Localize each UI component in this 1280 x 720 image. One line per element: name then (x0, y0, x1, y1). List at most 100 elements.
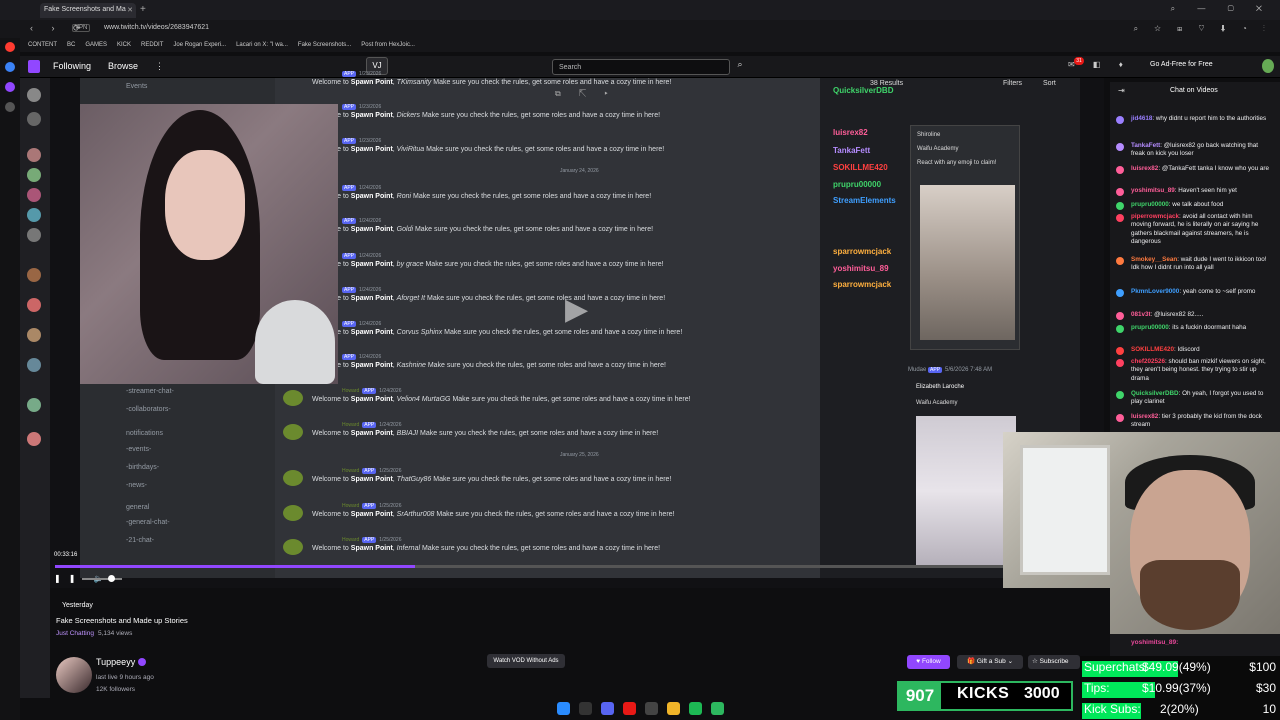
new-tab-icon[interactable]: + (140, 4, 146, 15)
followed-channel-avatar[interactable] (27, 268, 41, 282)
chat-username[interactable]: yoshimitsu_89 (1131, 187, 1175, 194)
message-date: 1/25/2026 (379, 537, 402, 543)
followed-channel-avatar[interactable] (27, 228, 41, 242)
followed-channel-avatar[interactable] (27, 298, 41, 312)
volume-slider[interactable] (82, 578, 122, 580)
windows-start-icon[interactable] (557, 702, 570, 715)
bot-avatar (283, 505, 303, 521)
welcome-message: Welcome to Spawn Point, Infernal Make su… (312, 545, 661, 552)
window-controls[interactable]: ⌕ — ▢ ✕ (1171, 4, 1272, 14)
following-link[interactable]: Following (53, 61, 91, 71)
welcome-message: Welcome to Spawn Point, Roni Make sure y… (312, 193, 651, 200)
message-suffix: Make sure you check the rules, get some … (424, 146, 665, 153)
watch-vod-button[interactable]: Watch VOD Without Ads (487, 654, 565, 668)
bookmark-item[interactable]: REDDIT (141, 42, 163, 48)
app-badge: APP (362, 468, 377, 474)
followed-channel-avatar[interactable] (27, 358, 41, 372)
sidebar-app-icon[interactable] (5, 62, 15, 72)
channel-avatar[interactable] (56, 657, 92, 693)
browser-tab[interactable]: Fake Screenshots and Ma ✕ (40, 3, 136, 18)
goal-label: Kick Subs: (1084, 702, 1141, 716)
more-menu-icon[interactable]: ⋮ (155, 61, 164, 72)
twitch-logo-icon[interactable] (28, 60, 40, 73)
bookmark-item[interactable]: Post from HexJoic... (361, 42, 415, 48)
chat-username[interactable]: piperrowmcjack (1131, 213, 1179, 220)
followed-channel-avatar[interactable] (27, 168, 41, 182)
chat-username[interactable]: luisrex82 (1131, 165, 1158, 172)
bookmark-item[interactable]: Fake Screenshots... (298, 42, 351, 48)
chat-message: QuicksilverDBD: Oh yeah, I forgot you us… (1131, 390, 1264, 406)
chat-username[interactable]: PkmnLover9000 (1131, 288, 1179, 295)
followed-channel-avatar[interactable] (27, 328, 41, 342)
followed-channel-avatar[interactable] (27, 208, 41, 222)
file-explorer-icon[interactable] (667, 702, 680, 715)
follow-button[interactable]: ♥ Follow (907, 655, 950, 669)
bookmark-item[interactable]: GAMES (85, 42, 107, 48)
collapse-icon[interactable] (27, 88, 41, 102)
chat-username[interactable]: luisrex82 (1131, 413, 1158, 420)
followed-channel-avatar[interactable] (27, 398, 41, 412)
chat-username[interactable]: TankaFett (1131, 142, 1160, 149)
play-overlay-icon[interactable]: ▶ (565, 292, 588, 327)
search-icon[interactable]: ⌕ (732, 59, 748, 75)
followed-channel-avatar[interactable] (27, 112, 41, 126)
welcome-message: Welcome to Spawn Point, Kashnine Make su… (312, 362, 666, 369)
followed-channel-avatar[interactable] (27, 148, 41, 162)
message-date: 1/24/2026 (359, 253, 382, 259)
microphone-image (255, 300, 335, 384)
sidebar-app-icon[interactable] (5, 102, 15, 112)
message-prefix: Welcome to (312, 430, 351, 437)
taskbar-app-icon[interactable] (711, 702, 724, 715)
bookmark-item[interactable]: KICK (117, 42, 131, 48)
bookmark-item[interactable]: BC (67, 42, 75, 48)
chat-username[interactable]: Smokey__Sean (1131, 256, 1177, 263)
subscribe-button[interactable]: ☆ Subscribe (1028, 655, 1080, 669)
sidebar-app-icon[interactable] (5, 82, 15, 92)
ad-free-button[interactable]: Go Ad-Free for Free (1150, 61, 1213, 68)
spotify-icon[interactable] (689, 702, 702, 715)
chat-badge-icon (1116, 166, 1124, 174)
sidebar-app-icon[interactable] (5, 42, 15, 52)
chat-username[interactable]: 081v3t (1131, 311, 1151, 318)
browse-link[interactable]: Browse (108, 61, 138, 71)
chat-username[interactable]: SOKILLME420 (1131, 346, 1174, 353)
chat-text: yeah come to ~self promo (1182, 288, 1256, 295)
followed-channel-avatar[interactable] (27, 188, 41, 202)
chat-username[interactable]: prupru00000 (1131, 201, 1169, 208)
goal-value: $10.99(37%) (1142, 681, 1211, 695)
followed-channel-avatar[interactable] (27, 432, 41, 446)
vpn-badge[interactable]: VPN (72, 24, 91, 32)
browser-taskbar-icon[interactable] (623, 702, 636, 715)
bookmark-item[interactable]: Lacari on X: "I wa... (236, 42, 288, 48)
discord-taskbar-icon[interactable] (601, 702, 614, 715)
bookmark-item[interactable]: CONTENT (28, 42, 57, 48)
message-server: Spawn Point (350, 430, 393, 437)
url-field[interactable]: www.twitch.tv/videos/2683947621 (104, 24, 209, 31)
message-username: by grace (396, 261, 424, 268)
search-input[interactable]: Search (552, 59, 730, 75)
message-server: Spawn Point (350, 511, 393, 518)
chat-username[interactable]: prupru00000 (1131, 324, 1169, 331)
message-username: Roni (396, 193, 412, 200)
vod-overlay-icons[interactable]: ⧉ ⇱ ▸ (555, 89, 616, 99)
taskbar-app-icon[interactable] (645, 702, 658, 715)
message-username: ThatGuy86 (396, 476, 432, 483)
chat-badge-icon (1116, 414, 1124, 422)
user-avatar[interactable] (1262, 59, 1274, 73)
category-link[interactable]: Just Chatting (56, 630, 94, 637)
bookmark-item[interactable]: Joe Rogan Experi... (173, 42, 226, 48)
bot-name: Howard (342, 537, 360, 543)
taskbar-search-icon[interactable] (579, 702, 592, 715)
chat-username[interactable]: QuicksilverDBD (1131, 390, 1179, 397)
gift-sub-button[interactable]: 🎁 Gift a Sub ⌄ (957, 655, 1023, 669)
message-meta: APP 1/24/2026 (342, 354, 381, 360)
channel-name[interactable]: Tuppeeyy (96, 657, 135, 667)
chat-username[interactable]: chef202526 (1131, 358, 1165, 365)
close-tab-icon[interactable]: ✕ (127, 6, 133, 14)
kicks-count: 907 (899, 683, 941, 709)
collapse-chat-icon[interactable]: ⇥ (1118, 86, 1125, 95)
browser-toolbar-icons[interactable]: ⌕ ☆ ⊞ ♡ ⬇ ◔ ⋮ (1134, 24, 1272, 34)
volume-knob[interactable] (108, 575, 115, 582)
welcome-message: Welcome to Spawn Point, Corvus Sphinx Ma… (312, 329, 682, 336)
chat-username[interactable]: jid4618 (1131, 115, 1152, 122)
